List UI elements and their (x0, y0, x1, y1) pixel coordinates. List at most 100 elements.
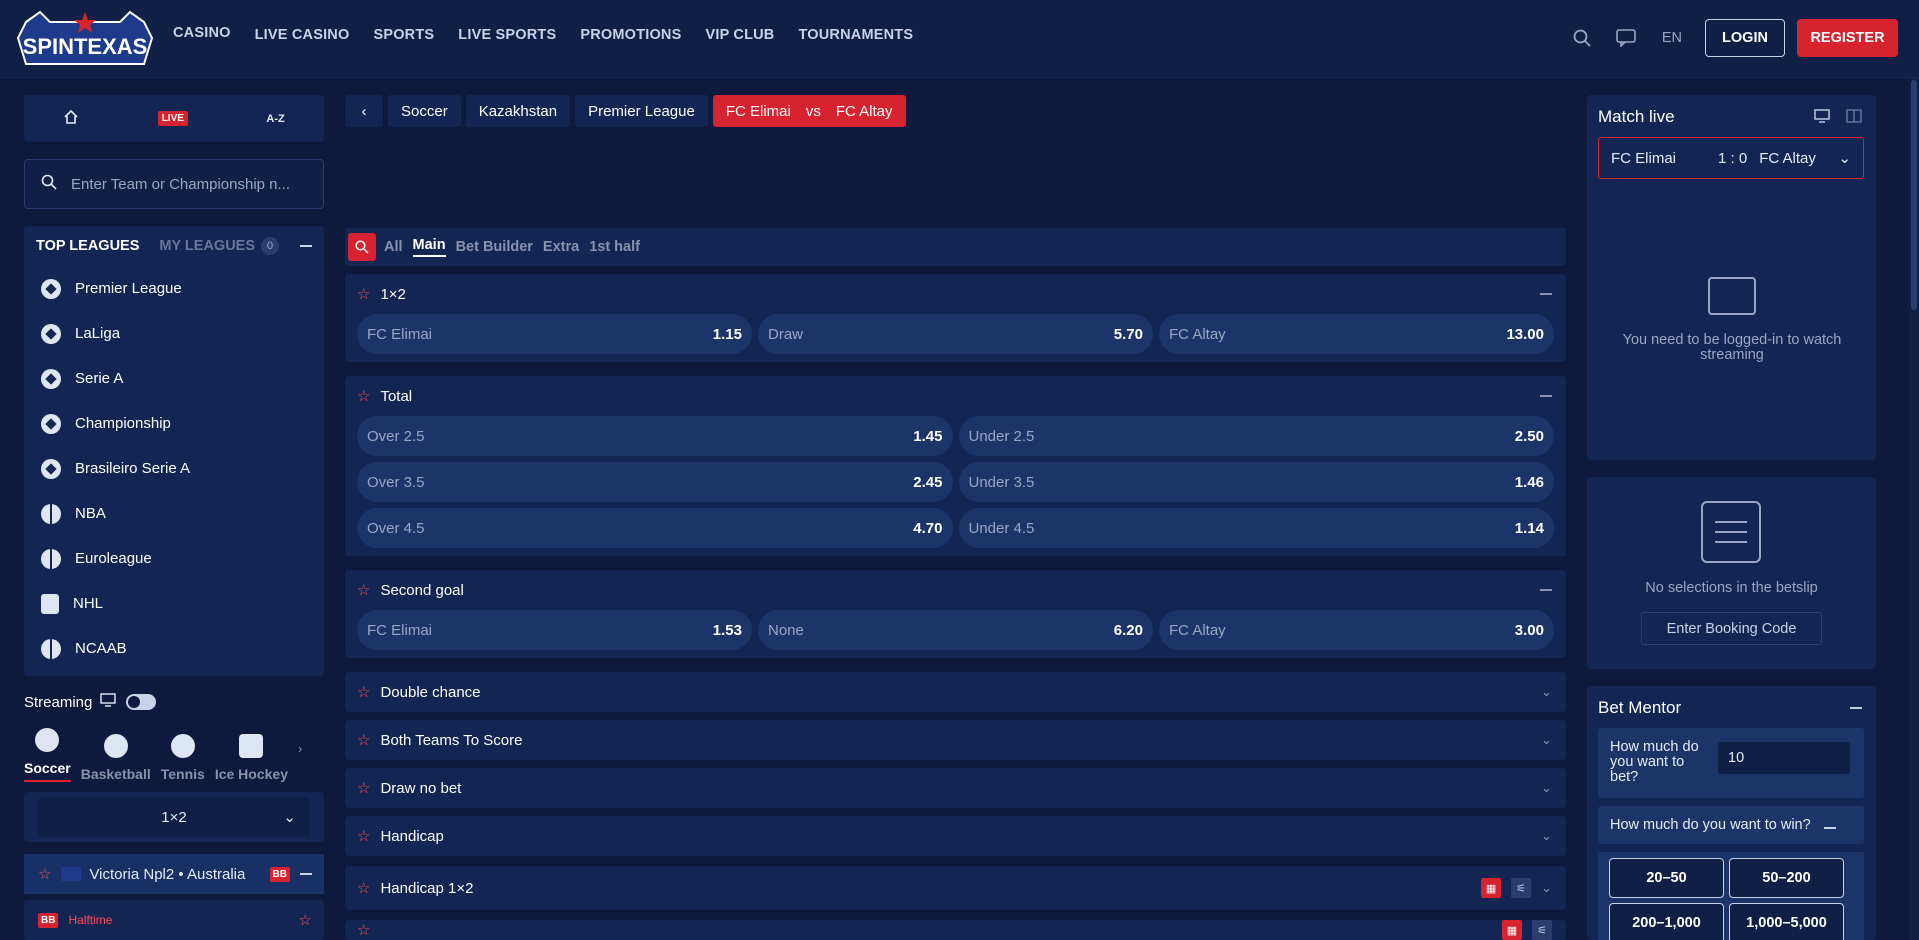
odds-button[interactable]: Under 4.5 1.14 (958, 508, 1554, 548)
booking-code-button[interactable]: Enter Booking Code (1641, 612, 1822, 645)
breadcrumb-soccer[interactable]: Soccer (388, 95, 461, 127)
match-score-selector[interactable]: FC Elimai 1 : 0 FC Altay ⌄ (1598, 137, 1864, 179)
league-item[interactable]: NHL (24, 581, 324, 626)
tab-live[interactable]: LIVE (157, 111, 188, 126)
tab-my-leagues[interactable]: MY LEAGUES (159, 238, 255, 254)
odds-button[interactable]: FC Elimai 1.53 (357, 610, 752, 650)
sport-tab-tennis[interactable]: Tennis (161, 734, 205, 782)
tab-az[interactable]: A-Z (266, 113, 284, 125)
odds-button[interactable]: Draw 5.70 (758, 314, 1153, 354)
collapse-icon[interactable] (1540, 589, 1552, 591)
league-item[interactable]: Brasileiro Serie A (24, 446, 324, 491)
tab-main[interactable]: Main (412, 237, 446, 257)
event-row[interactable]: BB Halftime ☆ (24, 900, 324, 940)
breadcrumb-kazakhstan[interactable]: Kazakhstan (465, 95, 571, 127)
back-button[interactable]: ‹ (345, 95, 383, 127)
sport-tab-soccer[interactable]: Soccer (24, 728, 71, 782)
team-search-input[interactable]: Enter Team or Championship n... (24, 159, 324, 209)
range-button[interactable]: 1,000–5,000 (1729, 903, 1844, 940)
nav-live-casino[interactable]: LIVE CASINO (255, 27, 350, 43)
odds-button[interactable]: Over 2.5 1.45 (357, 416, 953, 456)
range-button[interactable]: 20–50 (1609, 858, 1724, 898)
win-amount-header[interactable]: How much do you want to win? (1598, 806, 1864, 844)
league-item[interactable]: Euroleague (24, 536, 324, 581)
page-scrollbar[interactable] (1909, 78, 1919, 940)
star-icon[interactable]: ☆ (357, 285, 370, 303)
league-item[interactable]: Premier League (24, 266, 324, 311)
market-handicap-1x2[interactable]: ☆ Handicap 1×2 ▦ ⚟ ⌄ (345, 866, 1566, 910)
sport-tab-basketball[interactable]: Basketball (81, 734, 151, 782)
breadcrumb-premier-league[interactable]: Premier League (575, 95, 708, 127)
search-icon[interactable] (1570, 26, 1594, 50)
monitor-icon[interactable] (1814, 109, 1830, 127)
market-double-chance[interactable]: ☆ Double chance ⌄ (345, 672, 1566, 712)
odds-button[interactable]: None 6.20 (758, 610, 1153, 650)
chat-icon[interactable] (1614, 26, 1638, 50)
odds-button[interactable]: FC Elimai 1.15 (357, 314, 752, 354)
star-icon[interactable]: ☆ (357, 731, 370, 749)
star-icon[interactable]: ☆ (357, 683, 370, 701)
star-icon[interactable]: ☆ (299, 911, 312, 929)
star-icon[interactable]: ☆ (38, 865, 51, 883)
league-item[interactable]: NCAAB (24, 626, 324, 671)
star-icon[interactable]: ☆ (357, 921, 370, 939)
nav-sports[interactable]: SPORTS (373, 27, 434, 43)
language-selector[interactable]: EN (1662, 30, 1682, 46)
grid-view-icon[interactable]: ▦ (1502, 920, 1522, 940)
league-item[interactable]: NBA (24, 491, 324, 536)
register-button[interactable]: REGISTER (1797, 19, 1898, 57)
star-icon[interactable]: ☆ (357, 581, 370, 599)
market-btts[interactable]: ☆ Both Teams To Score ⌄ (345, 720, 1566, 760)
bet-amount-input[interactable]: 10 (1718, 742, 1850, 774)
collapse-icon[interactable] (300, 245, 312, 247)
star-icon[interactable]: ☆ (357, 779, 370, 797)
tab-bet-builder[interactable]: Bet Builder (456, 239, 533, 255)
odds-button[interactable]: FC Altay 13.00 (1159, 314, 1554, 354)
spintexas-logo[interactable]: SPINTEXAS (12, 8, 158, 70)
star-icon[interactable]: ☆ (357, 827, 370, 845)
market-next[interactable]: ☆ ▦ ⚟ (345, 920, 1566, 940)
home-icon[interactable] (63, 109, 79, 129)
star-icon[interactable]: ☆ (357, 387, 370, 405)
event-group-header[interactable]: ☆ Victoria Npl2 • Australia BB (24, 854, 324, 894)
range-button[interactable]: 50–200 (1729, 858, 1844, 898)
nav-tournaments[interactable]: TOURNAMENTS (798, 27, 913, 43)
tab-extra[interactable]: Extra (543, 239, 579, 255)
market-search-button[interactable] (348, 233, 376, 261)
streaming-toggle[interactable] (126, 694, 157, 710)
range-button[interactable]: 200–1,000 (1609, 903, 1724, 940)
star-icon[interactable]: ☆ (357, 879, 370, 897)
odds-button[interactable]: FC Altay 3.00 (1159, 610, 1554, 650)
market-type-dropdown[interactable]: 1×2 ⌄ (38, 797, 310, 837)
league-item[interactable]: LaLiga (24, 311, 324, 356)
sport-tab-ice-hockey[interactable]: Ice Hockey (215, 734, 288, 782)
league-item[interactable]: Championship (24, 401, 324, 446)
collapse-icon[interactable] (1850, 707, 1862, 709)
nav-live-sports[interactable]: LIVE SPORTS (458, 27, 556, 43)
odds-button[interactable]: Under 2.5 2.50 (958, 416, 1554, 456)
odds-button[interactable]: Over 3.5 2.45 (357, 462, 953, 502)
tab-all[interactable]: All (384, 239, 403, 255)
tab-1st-half[interactable]: 1st half (589, 239, 640, 255)
odds-button[interactable]: Under 3.5 1.46 (958, 462, 1554, 502)
nav-vip-club[interactable]: VIP CLUB (705, 27, 774, 43)
settings-sliders-icon[interactable]: ⚟ (1532, 920, 1552, 940)
league-item[interactable]: Serie A (24, 356, 324, 401)
chevron-right-icon[interactable]: › (298, 741, 302, 756)
collapse-icon[interactable] (1824, 827, 1836, 829)
nav-casino[interactable]: CASINO (173, 25, 231, 43)
grid-view-icon[interactable]: ▦ (1481, 878, 1502, 898)
odds-button[interactable]: Over 4.5 4.70 (357, 508, 953, 548)
market-handicap[interactable]: ☆ Handicap ⌄ (345, 816, 1566, 856)
settings-sliders-icon[interactable]: ⚟ (1511, 878, 1532, 898)
login-button[interactable]: LOGIN (1705, 19, 1785, 57)
nav-promotions[interactable]: PROMOTIONS (580, 27, 681, 43)
market-draw-no-bet[interactable]: ☆ Draw no bet ⌄ (345, 768, 1566, 808)
scrollbar-thumb[interactable] (1911, 80, 1917, 310)
collapse-icon[interactable] (1540, 293, 1552, 295)
tab-top-leagues[interactable]: TOP LEAGUES (36, 238, 139, 254)
breadcrumb-match[interactable]: FC Elimai vs FC Altay (712, 95, 906, 127)
collapse-icon[interactable] (1540, 395, 1552, 397)
stats-icon[interactable] (1846, 109, 1862, 127)
collapse-icon[interactable] (300, 873, 312, 875)
